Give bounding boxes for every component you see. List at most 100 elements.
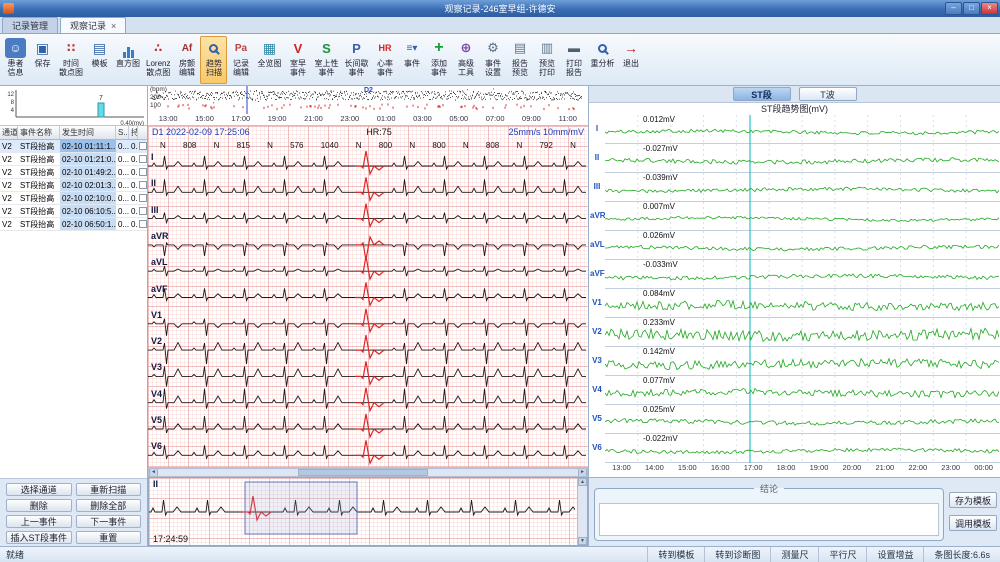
event-checkbox[interactable]	[139, 194, 147, 202]
toolbar-button-label: 全览图	[257, 59, 281, 68]
column-header[interactable]: 通道	[0, 126, 18, 139]
beat-annotation: N	[267, 141, 273, 150]
event-checkbox[interactable]	[139, 207, 147, 215]
toolbar-button-patient-info[interactable]: ☺患者 信息	[2, 36, 29, 84]
st-value-label: 0.233mV	[643, 318, 675, 327]
conclusion-textarea[interactable]	[599, 503, 939, 536]
toolbar-button-lorenz-scatter[interactable]: ∴Lorenz 散点图	[143, 36, 173, 84]
app-window: 观察记录-246室早组-许德安 – □ × 记录管理 观察记录 × ☺患者 信息…	[0, 0, 1000, 562]
toolbar-button-label: 预览 打印	[539, 59, 555, 77]
set-gain-button[interactable]: 设置增益	[866, 547, 923, 562]
event-channel: V2	[0, 153, 18, 165]
load-template-button[interactable]: 调用模板	[949, 515, 997, 531]
delete-all-button[interactable]: 删除全部	[76, 499, 142, 512]
ecg-lead-label: II	[151, 178, 156, 188]
column-header[interactable]: S...	[116, 126, 129, 139]
hr-trend-overview[interactable]: (bpm) 200 100 D2 13:0015:0017:0019:0021:…	[148, 86, 588, 126]
ecg-lead-label: V6	[151, 441, 162, 451]
toolbar-button-af-edit[interactable]: Af房颤 编辑	[173, 36, 200, 84]
toolbar-button-time-scatter[interactable]: ∷时间 散点图	[56, 36, 86, 84]
toolbar-button-save[interactable]: ▣保存	[29, 36, 56, 84]
toolbar-button-record-edit[interactable]: Pa记录 编辑	[227, 36, 254, 84]
toolbar-button-event-settings[interactable]: ⚙事件 设置	[479, 36, 506, 84]
toolbar-button-preview-print[interactable]: ▥预览 打印	[533, 36, 560, 84]
goto-diagnosis-button[interactable]: 转到诊断图	[704, 547, 770, 562]
ecg-heart-rate: HR:75	[366, 127, 392, 139]
scroll-thumb[interactable]	[298, 469, 428, 476]
st-time-axis: 13:0014:0015:0016:0017:0018:0019:0020:00…	[605, 463, 1000, 475]
titlebar: 观察记录-246室早组-许德安 – □ ×	[0, 0, 1000, 17]
event-channel: V2	[0, 205, 18, 217]
insert-st-event-button[interactable]: 插入ST段事件	[6, 531, 72, 544]
ecg-main-view[interactable]: D1 2022-02-09 17:25:06 HR:75 25mm/s 10mm…	[148, 126, 588, 468]
event-row[interactable]: V2ST段抬高02-10 02:01:3...0...0...	[0, 179, 147, 192]
column-header[interactable]: 持...	[129, 126, 138, 139]
printer-icon: ▬	[563, 38, 584, 58]
event-row[interactable]: V2ST段抬高02-10 01:49:2...0...0...	[0, 166, 147, 179]
exit-arrow-icon: →	[620, 38, 641, 58]
toolbar-button-exit[interactable]: →退出	[617, 36, 644, 84]
tab-close-icon[interactable]: ×	[111, 21, 116, 31]
tab-record-management[interactable]: 记录管理	[2, 17, 58, 33]
event-row[interactable]: V2ST段抬高02-10 01:11:1...0...0...	[0, 140, 147, 153]
toolbar-button-reanalyze[interactable]: 重分析	[587, 36, 617, 84]
event-name: ST段抬高	[18, 140, 60, 152]
reset-button[interactable]: 重置	[76, 531, 142, 544]
event-checkbox[interactable]	[139, 142, 147, 150]
toolbar-button-pvc-events[interactable]: V室早 事件	[284, 36, 311, 84]
toolbar-button-overview[interactable]: ▦全览图	[254, 36, 284, 84]
event-checkbox[interactable]	[139, 155, 147, 163]
toolbar-button-histogram[interactable]: 直方图	[113, 36, 143, 84]
toolbar-button-add-event[interactable]: +添加 事件	[425, 36, 452, 84]
toolbar-button-trend-scan[interactable]: 趋势 扫描	[200, 36, 227, 84]
event-row[interactable]: V2ST段抬高02-10 06:10:5...0...0...	[0, 205, 147, 218]
rescan-button[interactable]: 重新扫描	[76, 483, 142, 496]
toolbar-button-advanced-tools[interactable]: ⊕高级 工具	[452, 36, 479, 84]
toolbar-button-report-preview[interactable]: ▤报告 预览	[506, 36, 533, 84]
prev-event-button[interactable]: 上一事件	[6, 515, 72, 528]
goto-template-button[interactable]: 转到模板	[647, 547, 704, 562]
tab-t-wave[interactable]: T波	[799, 87, 857, 101]
tab-st-segment[interactable]: ST段	[733, 87, 791, 101]
event-checkbox[interactable]	[139, 220, 147, 228]
next-event-button[interactable]: 下一事件	[76, 515, 142, 528]
p-letter-icon: P	[346, 38, 367, 58]
event-checkbox[interactable]	[139, 181, 147, 189]
delete-button[interactable]: 删除	[6, 499, 72, 512]
close-button[interactable]: ×	[981, 2, 998, 15]
scroll-up-icon[interactable]: ▲	[578, 478, 587, 486]
scroll-left-icon[interactable]: ◄	[149, 469, 158, 476]
column-header[interactable]: 发生时间	[60, 126, 116, 139]
minimize-button[interactable]: –	[945, 2, 962, 15]
maximize-button[interactable]: □	[963, 2, 980, 15]
toolbar-button-hr-events[interactable]: HR心率 事件	[371, 36, 398, 84]
event-row[interactable]: V2ST段抬高02-10 01:21:0...0...0...	[0, 153, 147, 166]
scroll-down-icon[interactable]: ▼	[578, 537, 587, 545]
scroll-track[interactable]	[158, 469, 578, 476]
column-header[interactable]: 事件名称	[18, 126, 60, 139]
tab-observe-record[interactable]: 观察记录 ×	[60, 17, 126, 33]
save-as-template-button[interactable]: 存为模板	[949, 492, 997, 508]
st-value-label: -0.027mV	[643, 144, 678, 153]
time-tick-label: 22:00	[901, 463, 934, 475]
scroll-right-icon[interactable]: ►	[578, 469, 587, 476]
toolbar-button-pause-events[interactable]: P长间歇 事件	[341, 36, 371, 84]
event-row[interactable]: V2ST段抬高02-10 06:50:1...0...0...	[0, 218, 147, 231]
event-time: 02-10 06:50:1...	[60, 218, 116, 230]
parallel-ruler-button[interactable]: 平行尺	[818, 547, 866, 562]
measure-ruler-button[interactable]: 测量尺	[770, 547, 818, 562]
strip-scrollbar[interactable]: ▲ ▼	[577, 478, 587, 545]
strip-selection-box[interactable]	[245, 482, 357, 534]
select-channel-button[interactable]: 选择通道	[6, 483, 72, 496]
toolbar-button-print-report[interactable]: ▬打印 报告	[560, 36, 587, 84]
toolbar-button-sve-events[interactable]: S室上性 事件	[311, 36, 341, 84]
event-checkbox[interactable]	[139, 168, 147, 176]
event-row[interactable]: V2ST段抬高02-10 02:10:0...0...0...	[0, 192, 147, 205]
ecg-horizontal-scrollbar[interactable]: ◄ ►	[148, 468, 588, 477]
toolbar-button-label: 报告 预览	[512, 59, 528, 77]
ecg-lead-label: V4	[151, 389, 162, 399]
toolbar-button-template[interactable]: ▤模板	[86, 36, 113, 84]
ecg-strip-view[interactable]: II 17:24:59 ▲ ▼	[148, 477, 588, 546]
toolbar-button-events-menu[interactable]: ≡▾事件	[398, 36, 425, 84]
event-duration: 0...	[129, 218, 138, 230]
